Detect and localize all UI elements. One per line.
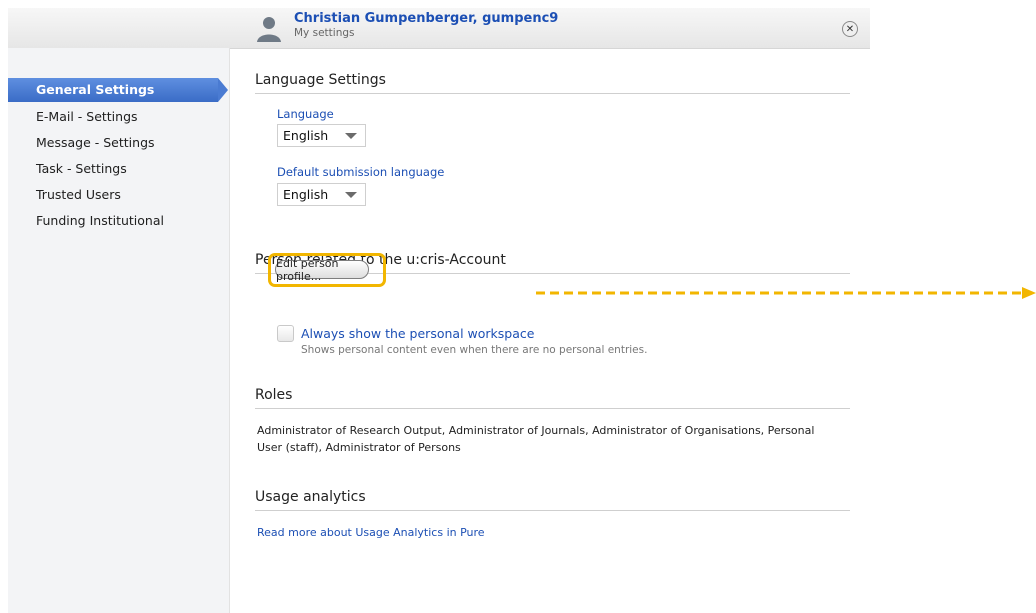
sidebar-item-trusted-users[interactable]: Trusted Users xyxy=(8,182,229,208)
language-select[interactable]: English xyxy=(277,124,366,147)
header-bar: Christian Gumpenberger, gumpenc9 My sett… xyxy=(8,8,870,49)
user-name[interactable]: Christian Gumpenberger, gumpenc9 xyxy=(294,11,558,26)
sidebar-item-message-settings[interactable]: Message - Settings xyxy=(8,130,229,156)
sidebar: General Settings E-Mail - Settings Messa… xyxy=(8,48,230,613)
submission-language-label: Default submission language xyxy=(277,165,445,179)
edit-person-profile-button[interactable]: Edit person profile... xyxy=(275,257,369,283)
roles-heading: Roles xyxy=(255,387,850,409)
roles-text: Administrator of Research Output, Admini… xyxy=(257,424,815,454)
header-subtitle: My settings xyxy=(294,27,355,39)
caret-down-icon xyxy=(345,133,357,139)
sidebar-item-funding-institutional[interactable]: Funding Institutional xyxy=(8,208,229,234)
usage-analytics-heading: Usage analytics xyxy=(255,489,850,511)
sidebar-item-email-settings[interactable]: E-Mail - Settings xyxy=(8,104,229,130)
usage-analytics-link[interactable]: Read more about Usage Analytics in Pure xyxy=(257,526,485,539)
user-avatar-icon xyxy=(257,17,281,42)
submission-language-select[interactable]: English xyxy=(277,183,366,206)
dashed-arrow-right-icon xyxy=(536,287,1036,299)
caret-down-icon xyxy=(345,192,357,198)
close-icon[interactable]: ✕ xyxy=(842,21,858,37)
personal-workspace-label[interactable]: Always show the personal workspace xyxy=(301,326,534,341)
personal-workspace-description: Shows personal content even when there a… xyxy=(301,344,648,356)
submission-language-value: English xyxy=(283,187,329,202)
language-label: Language xyxy=(277,107,334,121)
language-select-value: English xyxy=(283,128,329,143)
sidebar-item-task-settings[interactable]: Task - Settings xyxy=(8,156,229,182)
sidebar-nav: General Settings E-Mail - Settings Messa… xyxy=(8,78,229,234)
personal-workspace-checkbox[interactable] xyxy=(277,325,294,342)
sidebar-item-general-settings[interactable]: General Settings xyxy=(8,78,228,102)
language-settings-heading: Language Settings xyxy=(255,72,850,94)
